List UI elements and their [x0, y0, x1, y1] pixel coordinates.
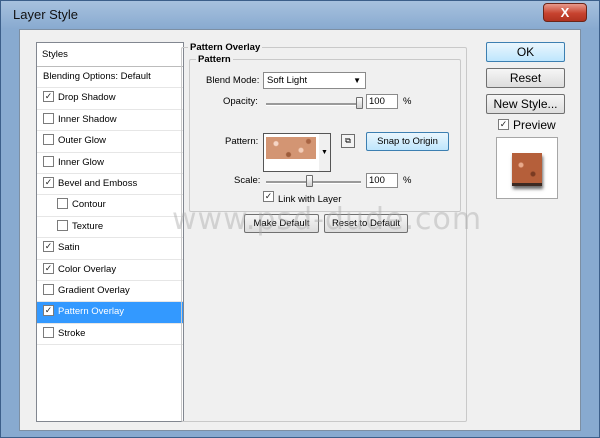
preview-checkbox[interactable]: ✓ — [498, 119, 509, 131]
style-item-checkbox[interactable]: ✓ — [43, 241, 54, 253]
style-item-label: Color Overlay — [58, 263, 117, 275]
opacity-slider[interactable] — [266, 103, 361, 106]
ok-button[interactable]: OK — [486, 42, 565, 62]
pattern-label: Pattern: — [225, 136, 259, 147]
style-item-label: Drop Shadow — [58, 92, 116, 104]
style-item-checkbox[interactable] — [43, 112, 54, 124]
title-bar[interactable]: Layer Style X — [1, 1, 600, 29]
pattern-thumbnail[interactable] — [263, 133, 321, 172]
style-item[interactable]: Gradient Overlay — [37, 281, 183, 303]
opacity-slider-thumb[interactable] — [356, 97, 363, 109]
style-item-checkbox[interactable] — [57, 219, 68, 231]
style-item-label: Pattern Overlay — [58, 306, 124, 318]
opacity-input[interactable]: 100 — [366, 94, 398, 109]
close-button[interactable]: X — [543, 3, 587, 22]
style-item-checkbox[interactable] — [43, 326, 54, 338]
style-item-label: Inner Shadow — [58, 113, 117, 125]
scale-input[interactable]: 100 — [366, 173, 398, 188]
style-item[interactable]: Contour — [37, 195, 183, 217]
style-item-label: Texture — [72, 220, 104, 232]
style-item[interactable]: ✓ Pattern Overlay — [37, 302, 183, 324]
pattern-subgroup-title: Pattern — [198, 54, 231, 65]
style-item[interactable]: Outer Glow — [37, 131, 183, 153]
pattern-overlay-title: Pattern Overlay — [190, 42, 261, 53]
style-item-checkbox[interactable]: ✓ — [43, 176, 54, 188]
style-item-label: Satin — [58, 242, 80, 254]
style-item-label: Contour — [72, 199, 106, 211]
style-item-checkbox[interactable] — [43, 283, 54, 295]
new-style-button[interactable]: New Style... — [486, 94, 565, 114]
style-item[interactable]: Blending Options: Default — [37, 67, 183, 89]
style-item[interactable]: Inner Glow — [37, 153, 183, 174]
style-item[interactable]: Inner Shadow — [37, 110, 183, 132]
style-item-label: Inner Glow — [58, 156, 104, 168]
link-with-layer-option[interactable]: ✓ Link with Layer — [263, 189, 341, 205]
scale-slider[interactable] — [266, 181, 361, 184]
preview-option[interactable]: ✓ Preview — [498, 118, 556, 132]
style-item-label: Outer Glow — [58, 135, 107, 147]
chevron-down-icon: ▼ — [353, 76, 361, 85]
style-item-label: Blending Options: Default — [43, 71, 151, 82]
watermark-text: www.psd-dude.com — [172, 202, 483, 237]
layer-style-dialog: Layer Style X Styles Blending Options: D… — [0, 0, 600, 438]
opacity-unit: % — [403, 96, 412, 107]
styles-list-rows: Blending Options: Default ✓ Drop Shadow Inn… — [37, 67, 183, 346]
style-item[interactable]: Texture — [37, 217, 183, 239]
style-item-checkbox[interactable]: ✓ — [43, 262, 54, 274]
style-item-checkbox[interactable] — [43, 134, 54, 146]
dialog-client-area: Styles Blending Options: Default ✓ Drop Sh… — [19, 29, 581, 431]
preview-label: Preview — [513, 118, 556, 132]
scale-unit: % — [403, 175, 412, 186]
snap-to-origin-button[interactable]: Snap to Origin — [366, 132, 449, 151]
opacity-label: Opacity: — [223, 96, 258, 107]
preview-thumbnail — [496, 137, 558, 199]
pattern-swatch — [266, 137, 316, 159]
window-title: Layer Style — [13, 7, 79, 22]
link-with-layer-checkbox[interactable]: ✓ — [263, 191, 274, 203]
new-preset-icon[interactable]: ⧉ — [341, 134, 355, 148]
pattern-picker-arrow-icon[interactable]: ▼ — [319, 133, 331, 172]
blend-mode-select[interactable]: Soft Light ▼ — [263, 72, 366, 89]
style-item[interactable]: Stroke — [37, 324, 183, 346]
styles-list-header[interactable]: Styles — [37, 43, 183, 67]
scale-slider-thumb[interactable] — [306, 175, 313, 187]
style-item-label: Bevel and Emboss — [58, 177, 138, 189]
style-item[interactable]: ✓ Color Overlay — [37, 260, 183, 281]
style-item-checkbox[interactable] — [57, 198, 68, 210]
style-item[interactable]: ✓ Bevel and Emboss — [37, 174, 183, 196]
style-item-checkbox[interactable]: ✓ — [43, 305, 54, 317]
style-item[interactable]: ✓ Satin — [37, 238, 183, 260]
style-item-label: Stroke — [58, 327, 86, 339]
style-item-checkbox[interactable] — [43, 155, 54, 167]
style-item-checkbox[interactable]: ✓ — [43, 91, 54, 103]
style-item-label: Gradient Overlay — [58, 284, 130, 296]
blend-mode-value: Soft Light — [267, 75, 308, 86]
blend-mode-label: Blend Mode: — [206, 75, 260, 86]
styles-list: Styles Blending Options: Default ✓ Drop Sh… — [36, 42, 184, 422]
preview-image — [512, 153, 542, 186]
scale-label: Scale: — [234, 175, 261, 186]
reset-button[interactable]: Reset — [486, 68, 565, 88]
style-item[interactable]: ✓ Drop Shadow — [37, 88, 183, 110]
